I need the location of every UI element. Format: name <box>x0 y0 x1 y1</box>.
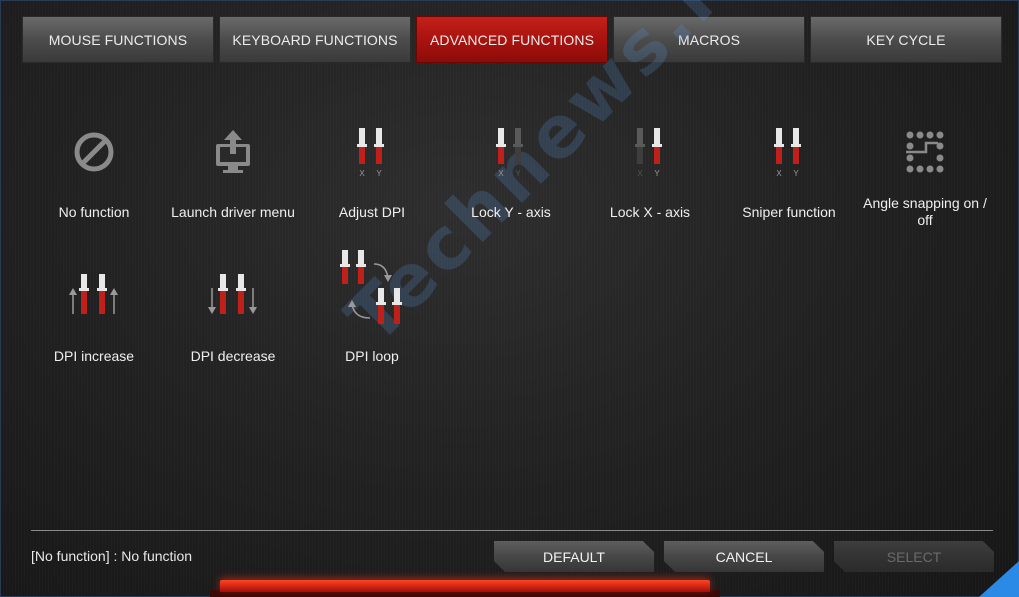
function-label: Sniper function <box>742 203 836 220</box>
bottom-red-glow <box>220 580 710 592</box>
no-function-icon <box>29 112 159 192</box>
function-label: Lock Y - axis <box>471 203 551 220</box>
svg-text:X: X <box>637 169 643 178</box>
tab-macros[interactable]: MACROS <box>613 16 805 63</box>
function-angle-snapping[interactable]: Angle snapping on / off <box>860 112 990 242</box>
lock-x-axis-icon: X Y <box>585 112 715 192</box>
svg-text:X: X <box>776 169 782 178</box>
tab-advanced-functions[interactable]: ADVANCED FUNCTIONS <box>416 16 608 63</box>
lock-y-axis-icon: X Y <box>446 112 576 192</box>
dpi-increase-icon <box>29 256 159 336</box>
svg-text:Y: Y <box>376 169 382 178</box>
dpi-loop-icon <box>307 248 437 340</box>
default-button[interactable]: DEFAULT <box>494 541 654 572</box>
angle-snapping-icon <box>860 112 990 192</box>
tab-bar: MOUSE FUNCTIONS KEYBOARD FUNCTIONS ADVAN… <box>22 16 1002 64</box>
svg-text:X: X <box>359 169 365 178</box>
corner-accent <box>979 561 1019 597</box>
function-no-function[interactable]: No function <box>29 112 159 242</box>
launch-driver-icon <box>168 112 298 192</box>
function-lock-y-axis[interactable]: X Y Lock Y - axis <box>446 112 576 242</box>
function-label: No function <box>58 203 130 220</box>
function-launch-driver-menu[interactable]: Launch driver menu <box>168 112 298 242</box>
svg-text:Y: Y <box>515 169 521 178</box>
svg-text:Y: Y <box>654 169 660 178</box>
status-text: [No function] : No function <box>31 548 193 564</box>
function-lock-x-axis[interactable]: X Y Lock X - axis <box>585 112 715 242</box>
tab-keyboard-functions[interactable]: KEYBOARD FUNCTIONS <box>219 16 411 63</box>
function-label: Lock X - axis <box>609 203 691 220</box>
function-label: DPI decrease <box>190 347 276 364</box>
cancel-button[interactable]: CANCEL <box>664 541 824 572</box>
function-sniper[interactable]: X Y Sniper function <box>724 112 854 242</box>
function-label: DPI increase <box>53 347 135 364</box>
function-adjust-dpi[interactable]: X Y Adjust DPI <box>307 112 437 242</box>
function-label: Adjust DPI <box>338 203 406 220</box>
function-dpi-loop[interactable]: DPI loop <box>307 250 437 386</box>
sniper-icon: X Y <box>724 112 854 192</box>
function-dpi-increase[interactable]: DPI increase <box>29 256 159 386</box>
function-label: DPI loop <box>345 347 399 364</box>
select-button[interactable]: SELECT <box>834 541 994 572</box>
svg-text:X: X <box>498 169 504 178</box>
adjust-dpi-icon: X Y <box>307 112 437 192</box>
function-label: Launch driver menu <box>171 203 295 220</box>
svg-text:Y: Y <box>793 169 799 178</box>
dpi-decrease-icon <box>168 256 298 336</box>
divider <box>31 530 993 531</box>
function-label: Angle snapping on / off <box>863 195 987 228</box>
tab-mouse-functions[interactable]: MOUSE FUNCTIONS <box>22 16 214 63</box>
tab-key-cycle[interactable]: KEY CYCLE <box>810 16 1002 63</box>
function-dpi-decrease[interactable]: DPI decrease <box>168 256 298 386</box>
